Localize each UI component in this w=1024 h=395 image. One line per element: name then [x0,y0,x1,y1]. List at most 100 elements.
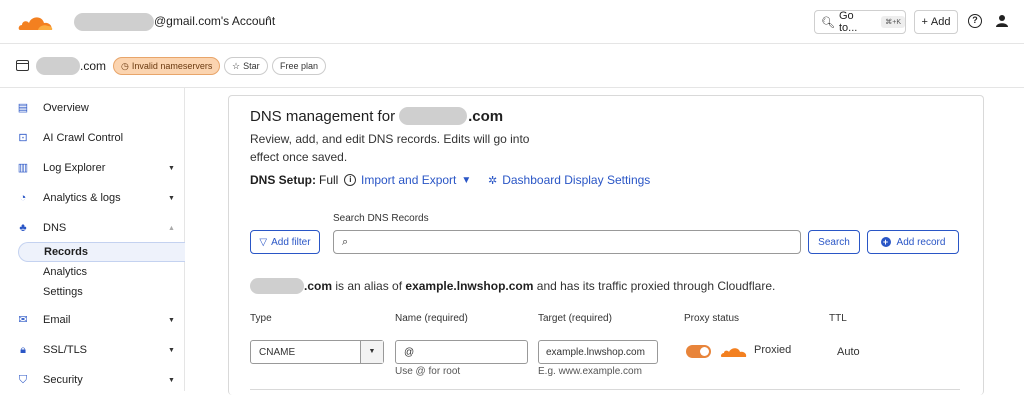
ttl-value[interactable]: Auto [837,346,860,358]
chevron-down-icon: ▼ [168,164,175,172]
search-icon: ⌕ [342,236,349,248]
star-icon: ☆ [232,60,241,71]
sidebar-item-analytics-logs[interactable]: ◔ Analytics & logs ▼ [0,183,185,213]
setup-value: Full [319,173,339,187]
page-title: DNS management for .com [250,107,503,125]
badge-label: Invalid nameservers [131,61,213,71]
search-label: Search DNS Records [333,213,429,224]
search-dns-input[interactable]: ⌕ [333,230,801,254]
name-hint: Use @ for root [395,366,461,377]
cloudflare-logo[interactable] [16,12,56,32]
sidebar-subitem-analytics[interactable]: Analytics [18,262,185,282]
domain-redacted [250,278,304,294]
chevron-down-icon: ▼ [168,376,175,384]
zone-header-bar: .com ◷ Invalid nameservers ☆ Star Free p… [0,44,1024,88]
sidebar-item-dns[interactable]: ♣ DNS ▲ [0,213,185,243]
goto-shortcut: ⌘+K [881,16,905,28]
clock-icon: ◷ [121,60,129,71]
record-type-select[interactable]: CNAME ▼ [250,340,384,364]
add-button[interactable]: + Add [914,10,958,34]
chevron-down-icon: ▼ [168,346,175,354]
zone-name-redacted [36,57,80,75]
chevron-down-icon: ▼ [168,316,175,324]
column-header-type: Type [250,313,272,324]
plus-circle-icon: + [880,237,891,247]
alias-notice: .com is an alias of example.lnwshop.com … [250,278,775,294]
invalid-nameservers-badge[interactable]: ◷ Invalid nameservers [113,57,221,75]
chevron-updown-icon[interactable]: ⌃ [264,14,273,27]
info-icon[interactable]: i [344,174,357,186]
search-icon: 🔍︎ [821,16,835,29]
chevron-down-icon: ▼ [168,194,175,202]
plan-badge[interactable]: Free plan [272,57,327,75]
display-settings-label: Dashboard Display Settings [502,173,651,187]
clipboard-icon: ▤ [17,102,29,114]
sidebar-item-label: Security [43,374,83,386]
sidebar-item-label: Log Explorer [43,162,106,174]
sidebar-item-label: Email [43,314,71,326]
target-hint: E.g. www.example.com [538,366,642,377]
sidebar-item-label: AI Crawl Control [43,132,124,144]
sidebar-item-email[interactable]: ✉ Email ▼ [0,305,185,335]
caret-down-icon: ▼ [461,174,472,186]
sidebar-item-ssl-tls[interactable]: 🔒︎ SSL/TLS ▼ [0,335,185,365]
add-filter-label: Add filter [271,236,311,248]
envelope-icon: ✉ [18,314,28,326]
shield-icon: ⛉ [18,374,28,386]
star-label: Star [243,61,260,71]
dns-setup-status: DNS Setup: Full i [250,173,357,187]
cloud-proxied-icon [720,348,747,357]
record-target-input[interactable]: example.lnwshop.com [538,340,658,364]
alias-end-text: and has its traffic proxied through Clou… [533,279,776,293]
browser-window-icon [16,60,29,71]
add-record-button[interactable]: + Add record [867,230,959,254]
gear-icon: ✲ [488,174,498,187]
column-header-target: Target (required) [538,313,612,324]
sidebar-item-label: DNS [43,222,67,234]
network-icon: ♣ [19,222,27,234]
document-search-icon: ▥ [17,162,29,174]
add-label: Add [930,16,951,28]
chevron-up-icon: ▲ [168,224,175,232]
sidebar-item-overview[interactable]: ▤ Overview [0,93,185,123]
account-email-redacted [74,13,154,31]
record-type-value: CNAME [259,346,296,358]
search-button[interactable]: Search [808,230,860,254]
sidebar-item-ai-crawl-control[interactable]: ⊡ AI Crawl Control [0,123,185,153]
pie-chart-icon: ◔ [19,192,27,204]
top-navigation-bar: @gmail.com's Account ⌃ 🔍︎ Go to... ⌘+K +… [0,0,1024,44]
domain-redacted [399,107,468,125]
column-header-ttl: TTL [829,313,847,324]
sidebar-item-label: Analytics & logs [43,192,121,204]
account-selector[interactable]: @gmail.com's Account [154,14,275,28]
filter-icon: ▽ [259,236,268,248]
title-suffix: .com [468,107,504,125]
import-export-label: Import and Export [361,173,457,187]
dashboard-display-settings-link[interactable]: ✲ Dashboard Display Settings [488,173,650,187]
zone-name[interactable]: .com [80,59,106,73]
add-record-label: Add record [896,236,946,248]
setup-label: DNS Setup: [250,173,316,187]
goto-button[interactable]: 🔍︎ Go to... ⌘+K [814,10,906,34]
divider [250,389,960,390]
record-name-input[interactable]: @ [395,340,528,364]
page-description: Review, add, and edit DNS records. Edits… [250,132,530,164]
star-button[interactable]: ☆ Star [224,57,268,75]
help-icon[interactable]: ? [968,14,982,28]
sidebar-item-log-explorer[interactable]: ▥ Log Explorer ▼ [0,153,185,183]
alias-middle-text: is an alias of [332,279,406,293]
user-icon[interactable] [995,14,1009,28]
sidebar-subitem-records[interactable]: Records [18,242,185,262]
import-export-dropdown[interactable]: Import and Export ▼ [361,173,471,187]
lock-icon: 🔒︎ [20,344,26,356]
column-header-name: Name (required) [395,313,468,324]
proxy-status-label: Proxied [754,344,792,356]
sidebar-item-label: Overview [43,102,89,114]
bot-icon: ⊡ [18,132,28,144]
sidebar-item-label: SSL/TLS [43,344,88,356]
plus-icon: + [921,16,928,28]
sidebar-subitem-settings[interactable]: Settings [18,282,185,302]
proxy-toggle[interactable] [686,345,711,358]
add-filter-button[interactable]: ▽ Add filter [250,230,320,254]
alias-target: example.lnwshop.com [405,279,534,293]
